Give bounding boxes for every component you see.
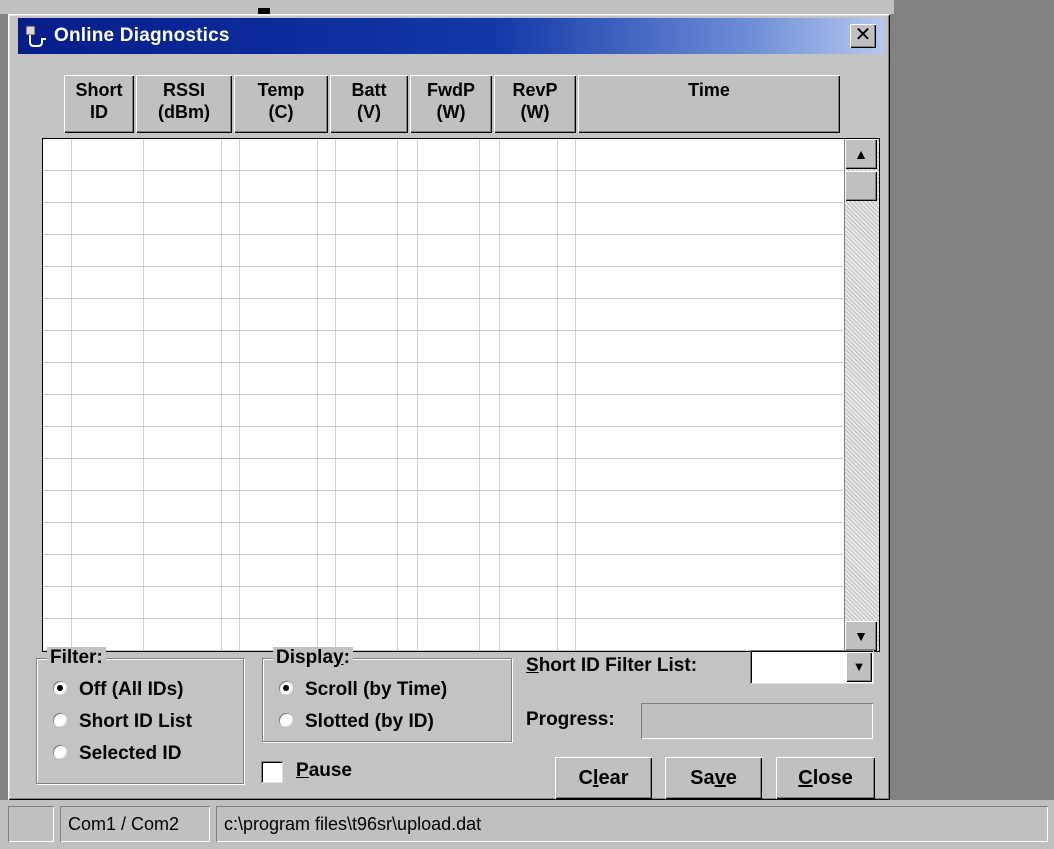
progress-label: Progress: (526, 709, 615, 730)
column-header-title: Batt (351, 80, 387, 100)
column-header[interactable]: FwdP (W) (410, 75, 492, 133)
title-bar[interactable]: Online Diagnostics ✕ (18, 18, 884, 54)
status-pane-empty (8, 806, 54, 842)
grid-row-line (43, 586, 843, 587)
column-header-unit: (W) (520, 102, 550, 122)
column-header[interactable]: Temp (C) (234, 75, 328, 133)
clear-button[interactable]: Clear (555, 757, 652, 799)
grid-row-line (43, 394, 843, 395)
grid-row-line (43, 426, 843, 427)
grid-row-line (43, 554, 843, 555)
grid-column-line (335, 139, 336, 651)
scroll-thumb[interactable] (845, 171, 877, 201)
grid-column-line (143, 139, 144, 651)
grid-column-line (317, 139, 318, 651)
short-id-filter-label: Short ID Filter List: (526, 655, 698, 676)
display-group-title: Display: (273, 647, 353, 669)
scroll-up-button[interactable]: ▲ (845, 139, 877, 169)
column-header-unit: (W) (436, 102, 466, 122)
column-header[interactable]: Short ID (64, 75, 134, 133)
status-bar: Com1 / Com2 c:\program files\t96sr\uploa… (0, 800, 1054, 849)
display-option-scroll[interactable]: Scroll (by Time) (279, 679, 447, 705)
column-header-title: Short (75, 80, 123, 100)
pause-label[interactable]: Pause (296, 760, 352, 782)
column-header[interactable]: RSSI (dBm) (136, 75, 232, 133)
grid-row-line (43, 170, 843, 171)
grid-row-line (43, 234, 843, 235)
grid-row-line (43, 202, 843, 203)
grid-row-line (43, 458, 843, 459)
grid-row-line (43, 522, 843, 523)
grid-row-line (43, 362, 843, 363)
radio-button[interactable] (279, 712, 293, 727)
chevron-down-icon[interactable]: ▼ (846, 652, 872, 682)
grid-column-line (557, 139, 558, 651)
parent-window-strip (0, 0, 894, 14)
close-window-button[interactable]: ✕ (850, 24, 876, 48)
grid-row-line (43, 618, 843, 619)
display-option-label: Scroll (by Time) (305, 679, 448, 700)
column-header-title: FwdP (427, 80, 475, 100)
progress-bar (641, 703, 873, 739)
grid-column-line (239, 139, 240, 651)
grid-column-line (417, 139, 418, 651)
close-button[interactable]: Close (776, 757, 875, 799)
grid-row-line (43, 650, 843, 651)
radio-button[interactable] (53, 744, 67, 759)
diagnostics-list[interactable]: ▲ ▼ (42, 138, 880, 652)
column-header-unit: ID (90, 102, 108, 122)
column-header[interactable]: Time (578, 75, 840, 133)
column-header[interactable]: Batt (V) (330, 75, 408, 133)
grid-row-line (43, 330, 843, 331)
column-header-unit: (dBm) (158, 102, 210, 122)
column-header-title: Time (688, 80, 730, 100)
grid-row-line (43, 298, 843, 299)
pause-checkbox[interactable] (261, 761, 283, 783)
column-header[interactable]: RevP (W) (494, 75, 576, 133)
status-file-path: c:\program files\t96sr\upload.dat (216, 806, 1048, 842)
filter-group-title: Filter: (47, 647, 106, 669)
grid-column-line (397, 139, 398, 651)
filter-group: Filter: Off (All IDs) Short ID List Sele… (36, 647, 244, 784)
column-header-title: RevP (512, 80, 558, 100)
grid-row-line (43, 266, 843, 267)
display-group: Display: Scroll (by Time) Slotted (by ID… (262, 647, 512, 742)
grid-column-line (221, 139, 222, 651)
radio-button[interactable] (279, 680, 293, 695)
filter-option-label: Short ID List (79, 711, 192, 732)
filter-option-off[interactable]: Off (All IDs) (53, 679, 184, 705)
column-header-unit: (V) (357, 102, 381, 122)
display-option-label: Slotted (by ID) (305, 711, 434, 732)
window-title: Online Diagnostics (54, 25, 230, 46)
short-id-filter-dropdown[interactable]: ▼ (750, 650, 874, 684)
vertical-scrollbar[interactable]: ▲ ▼ (844, 139, 879, 651)
column-header-title: Temp (257, 80, 305, 100)
filter-option-label: Selected ID (79, 743, 182, 764)
save-button[interactable]: Save (665, 757, 762, 799)
filter-option-short-id-list[interactable]: Short ID List (53, 711, 192, 737)
status-port: Com1 / Com2 (60, 806, 210, 842)
column-header-unit: (C) (268, 102, 294, 122)
display-option-slotted[interactable]: Slotted (by ID) (279, 711, 434, 737)
grid-column-line (479, 139, 480, 651)
column-header-title: RSSI (162, 80, 205, 100)
grid-column-line (575, 139, 576, 651)
radio-button[interactable] (53, 712, 67, 727)
grid-column-line (71, 139, 72, 651)
list-header: Short ID RSSI (dBm) Temp (C) Batt (V) FwdP (W) Rev… (64, 75, 840, 135)
diagnostics-probe-icon (25, 25, 46, 47)
filter-option-selected-id[interactable]: Selected ID (53, 743, 181, 769)
scroll-down-button[interactable]: ▼ (845, 621, 877, 651)
grid-column-line (499, 139, 500, 651)
filter-option-label: Off (All IDs) (79, 679, 184, 700)
grid-row-line (43, 490, 843, 491)
radio-button[interactable] (53, 680, 67, 695)
